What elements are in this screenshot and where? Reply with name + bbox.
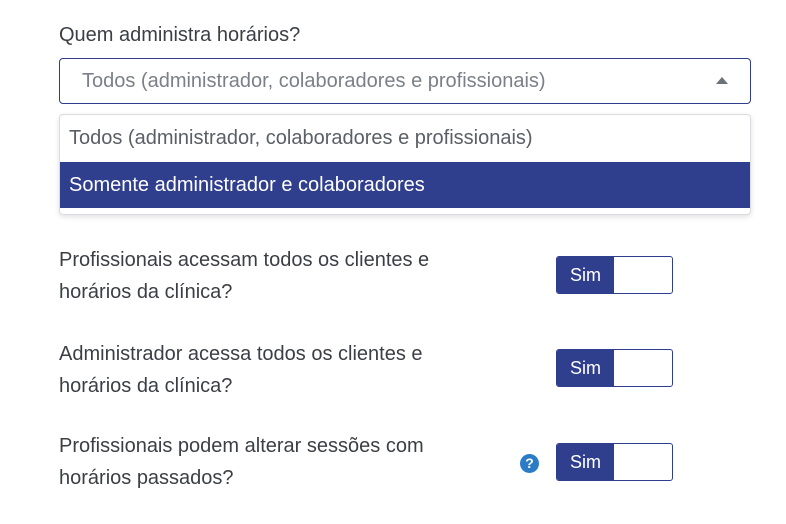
caret-up-icon[interactable] — [716, 77, 728, 84]
question-admin-access: Administrador acessa todos os clientes e… — [59, 343, 423, 397]
toggle-professionals-access[interactable]: Sim — [556, 256, 673, 294]
question-edit-past-sessions: Profissionais podem alterar sessões com … — [59, 435, 424, 489]
toggle-on-label: Sim — [557, 257, 614, 293]
question-professionals-access: Profissionais acessam todos os clientes … — [59, 249, 430, 303]
toggle-on-label: Sim — [557, 350, 614, 386]
toggle-edit-past-sessions[interactable]: Sim — [556, 443, 673, 481]
toggle-admin-access[interactable]: Sim — [556, 349, 673, 387]
schedule-admin-select[interactable]: Todos (administrador, colaboradores e pr… — [59, 58, 751, 104]
schedule-admin-dropdown: Todos (administrador, colaboradores e pr… — [59, 114, 751, 215]
schedule-admin-label: Quem administra horários? — [59, 24, 301, 46]
help-icon[interactable]: ? — [520, 454, 539, 473]
dropdown-option-all[interactable]: Todos (administrador, colaboradores e pr… — [60, 115, 750, 161]
toggle-on-label: Sim — [557, 444, 614, 480]
select-current-value: Todos (administrador, colaboradores e pr… — [82, 70, 546, 92]
dropdown-option-admin-only[interactable]: Somente administrador e colaboradores — [60, 162, 750, 208]
